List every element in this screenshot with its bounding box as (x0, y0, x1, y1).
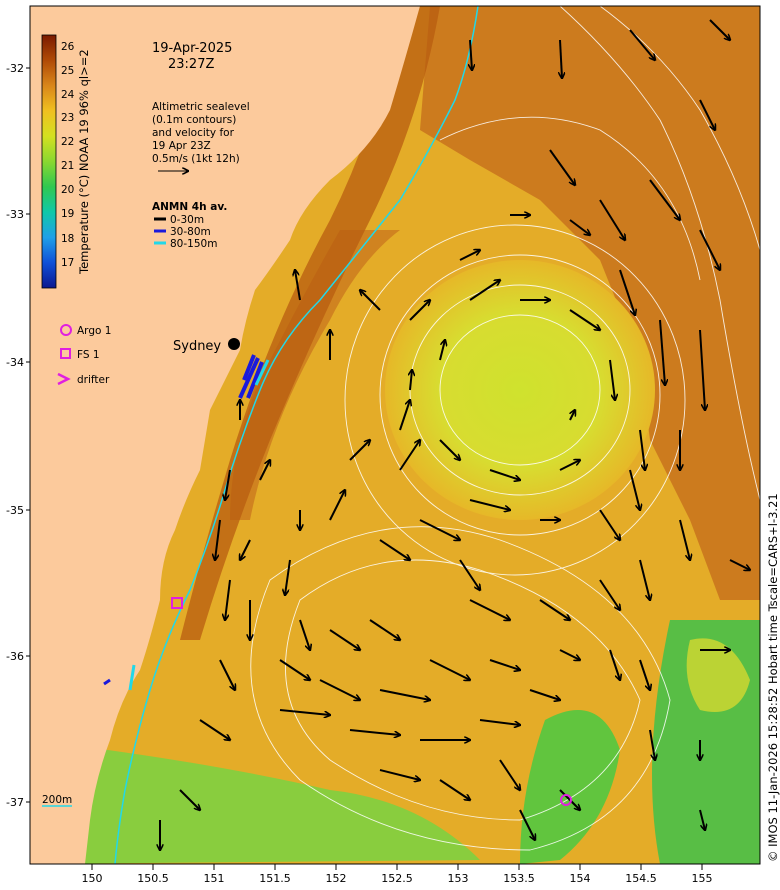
anmn-label: 80-150m (170, 238, 217, 250)
colorbar-tick: 21 (61, 160, 74, 172)
marker-label: drifter (77, 374, 110, 386)
colorbar-tick: 26 (61, 41, 75, 53)
sydney-marker (228, 338, 240, 350)
anmn-label: 0-30m (170, 214, 204, 226)
x-tick-label: 152 (326, 872, 347, 885)
colorbar-gradient (41, 34, 57, 289)
sydney-label: Sydney (173, 339, 221, 354)
colorbar-tick: 19 (61, 208, 74, 220)
y-tick-label: -36 (6, 650, 24, 663)
x-tick-label: 155 (692, 872, 713, 885)
x-tick-label: 152.5 (381, 872, 413, 885)
x-tick-label: 151 (204, 872, 225, 885)
x-tick-label: 154.5 (625, 872, 657, 885)
credit-text: © IMOS 11-Jan-2026 15:28:52 Hobart time … (766, 493, 780, 862)
altimetry-line: Altimetric sealevel (152, 101, 250, 113)
altimetry-line: 19 Apr 23Z (152, 140, 211, 152)
isobath-label: 200m (42, 794, 72, 806)
x-tick-label: 153.5 (503, 872, 535, 885)
sst-map: 150 150.5 151 151.5 152 152.5 153 153.5 … (6, 5, 780, 885)
y-tick-label: -33 (6, 208, 24, 221)
x-tick-label: 153 (448, 872, 469, 885)
colorbar-tick: 25 (61, 65, 74, 77)
x-axis: 150 150.5 151 151.5 152 152.5 153 153.5 … (82, 864, 713, 885)
y-tick-label: -35 (6, 504, 24, 517)
colorbar-tick: 23 (61, 112, 74, 124)
x-tick-label: 154 (570, 872, 591, 885)
colorbar-tick: 24 (61, 89, 75, 101)
y-tick-label: -32 (6, 62, 24, 75)
y-tick-label: -34 (6, 356, 24, 369)
date-label: 19-Apr-2025 (152, 41, 232, 56)
marker-label: Argo 1 (77, 325, 111, 337)
colorbar-tick: 22 (61, 136, 74, 148)
colorbar-tick: 18 (61, 233, 74, 245)
altimetry-line: (0.1m contours) (152, 114, 236, 126)
time-label: 23:27Z (168, 57, 214, 72)
colorbar-tick: 20 (61, 184, 74, 196)
altimetry-line: and velocity for (152, 127, 235, 139)
anmn-label: 30-80m (170, 226, 211, 238)
colorbar-tick: 17 (61, 257, 74, 269)
x-tick-label: 151.5 (259, 872, 291, 885)
anmn-title: ANMN 4h av. (152, 201, 227, 213)
x-tick-label: 150.5 (137, 872, 169, 885)
y-tick-label: -37 (6, 796, 24, 809)
x-tick-label: 150 (82, 872, 103, 885)
marker-label: FS 1 (77, 349, 100, 361)
colorbar-title: Temperature (°C) NOAA 19 96% ql>=2 (77, 49, 91, 275)
altimetry-line: 0.5m/s (1kt 12h) (152, 153, 240, 165)
y-axis: -32 -33 -34 -35 -36 -37 (6, 62, 30, 809)
